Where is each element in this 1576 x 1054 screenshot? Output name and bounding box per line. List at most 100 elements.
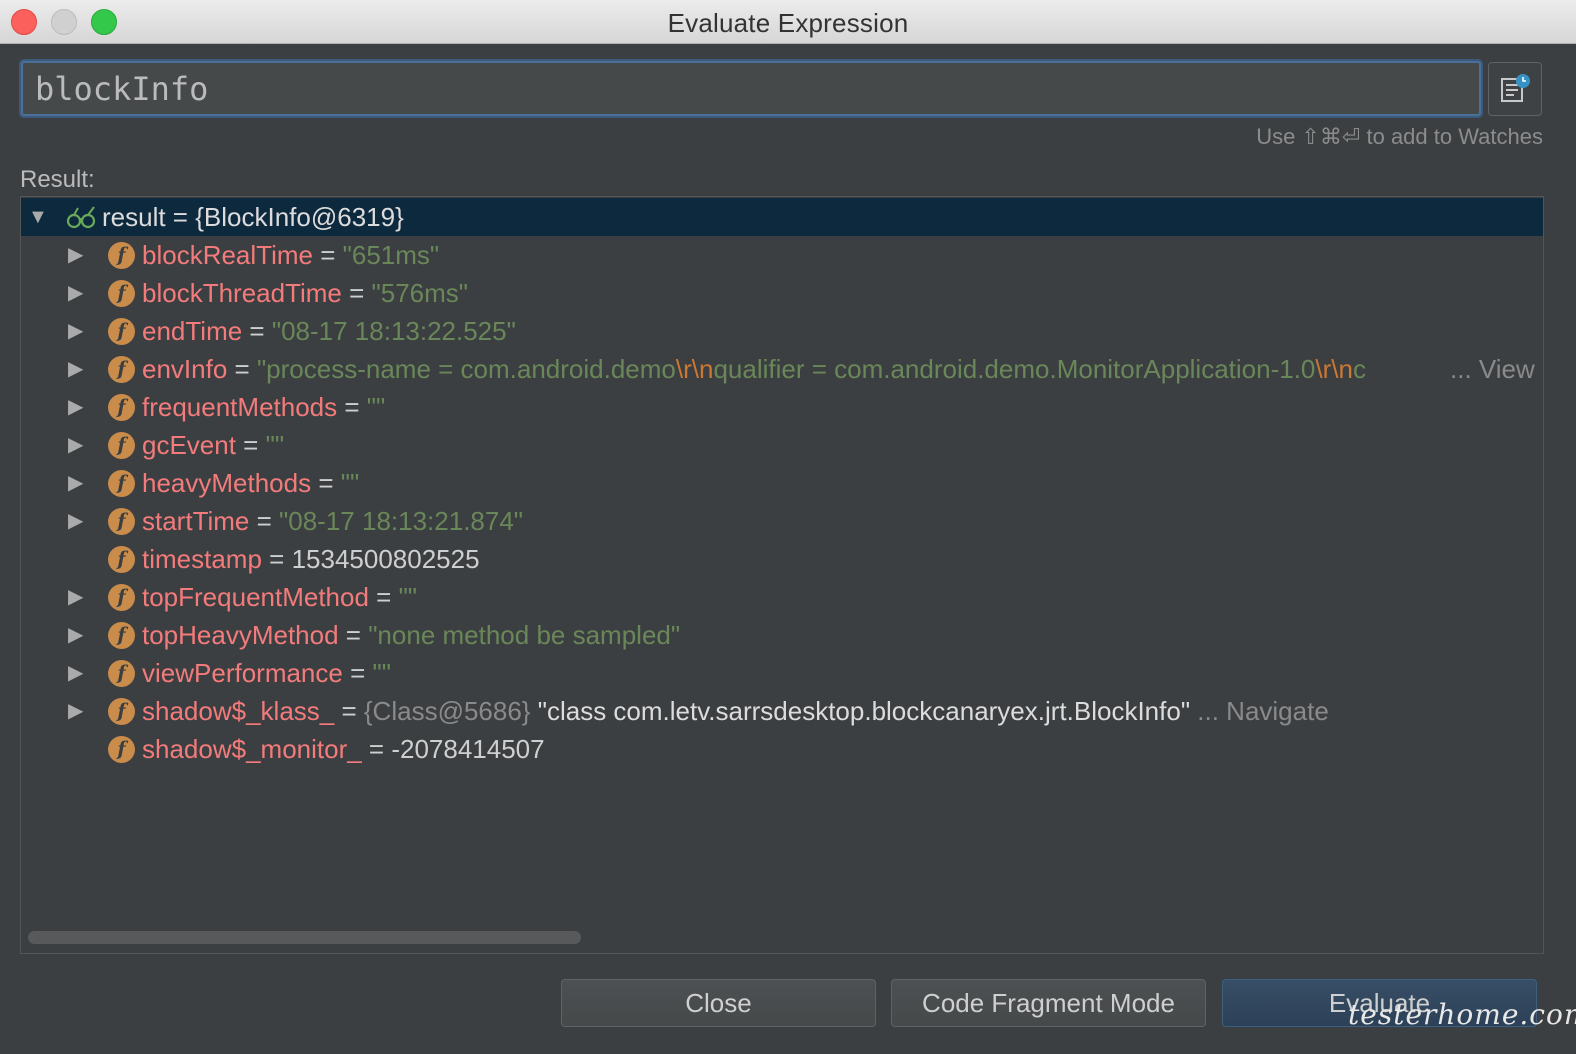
field-value: "": [372, 658, 391, 688]
field-icon: f: [108, 660, 135, 687]
add-to-watches-button[interactable]: [1488, 62, 1542, 116]
code-fragment-mode-button[interactable]: Code Fragment Mode: [891, 979, 1206, 1027]
tree-row-field[interactable]: ▶ f startTime = "08-17 18:13:21.874": [21, 502, 1543, 540]
tree-row-field[interactable]: f shadow$_monitor_ = -2078414507: [21, 730, 1543, 768]
tree-row-field[interactable]: ▶ f shadow$_klass_ = {Class@5686} "class…: [21, 692, 1543, 730]
equals-sign: =: [368, 582, 399, 612]
field-icon: f: [108, 242, 135, 269]
field-value: "": [340, 468, 360, 498]
field-value: "": [398, 582, 418, 612]
field-icon: f: [108, 736, 135, 763]
tree-row-field[interactable]: ▶ f topHeavyMethod = "none method be sam…: [21, 616, 1543, 654]
expression-input[interactable]: blockInfo: [21, 61, 1481, 116]
expand-arrow-icon[interactable]: ▶: [68, 464, 83, 502]
expand-arrow-icon[interactable]: ▶: [68, 616, 83, 654]
field-name: endTime: [142, 316, 243, 346]
tree-row-field[interactable]: ▶ f gcEvent = "": [21, 426, 1543, 464]
equals-sign: =: [338, 620, 369, 650]
tree-row-field[interactable]: ▶ f frequentMethods = "": [21, 388, 1543, 426]
expand-arrow-icon[interactable]: ▶: [68, 692, 83, 730]
field-icon: f: [108, 622, 135, 649]
tree-row-field[interactable]: ▶ f blockThreadTime = "576ms": [21, 274, 1543, 312]
field-value: "08-17 18:13:22.525": [271, 316, 516, 346]
equals-sign: =: [311, 468, 341, 498]
equals-sign: =: [337, 392, 367, 422]
result-label: Result:: [20, 166, 95, 193]
field-name: envInfo: [142, 354, 228, 384]
field-value: "": [366, 392, 386, 422]
expand-arrow-icon[interactable]: ▶: [68, 312, 83, 350]
field-icon: f: [108, 508, 135, 535]
field-name: viewPerformance: [142, 658, 343, 688]
view-link[interactable]: ... View: [1450, 350, 1535, 388]
equals-sign: =: [165, 202, 196, 232]
tree-row-field[interactable]: ▶ f heavyMethods = "": [21, 464, 1543, 502]
result-name: result: [102, 202, 166, 232]
add-watch-icon: [1501, 74, 1530, 102]
close-button[interactable]: Close: [561, 979, 876, 1027]
field-value: "process-name = com.android.demo: [256, 354, 676, 384]
field-value: "none method be sampled": [368, 620, 681, 650]
equals-sign: =: [242, 316, 272, 346]
field-value: qualifier = com.android.demo.MonitorAppl…: [713, 354, 1316, 384]
expand-arrow-icon[interactable]: ▶: [68, 502, 83, 540]
field-name: topHeavyMethod: [142, 620, 339, 650]
expand-arrow-icon[interactable]: ▶: [68, 388, 83, 426]
result-tree[interactable]: ▼ result = {BlockInfo@6319} ▶ f blockRea…: [20, 196, 1544, 954]
watch-glasses-icon: [66, 206, 96, 229]
equals-sign: =: [261, 544, 292, 574]
field-icon: f: [108, 432, 135, 459]
tree-row-field[interactable]: ▶ f endTime = "08-17 18:13:22.525": [21, 312, 1543, 350]
watermark: testerhome.com: [1348, 998, 1576, 1031]
tree-row-field[interactable]: ▶ f topFrequentMethod = "": [21, 578, 1543, 616]
tree-row-field[interactable]: ▶ f envInfo = "process-name = com.androi…: [21, 350, 1543, 388]
field-name: timestamp: [142, 544, 262, 574]
title-bar: Evaluate Expression: [0, 0, 1576, 44]
field-name: startTime: [142, 506, 250, 536]
equals-sign: =: [361, 734, 392, 764]
field-value: "576ms": [371, 278, 469, 308]
field-value: "08-17 18:13:21.874": [279, 506, 524, 536]
field-icon: f: [108, 280, 135, 307]
expand-arrow-icon[interactable]: ▶: [68, 236, 83, 274]
tree-row-field[interactable]: f timestamp = 1534500802525: [21, 540, 1543, 578]
field-value: "": [265, 430, 285, 460]
escape-sequence: \r\n: [675, 354, 714, 384]
field-value: c: [1352, 354, 1366, 384]
expand-arrow-icon[interactable]: ▶: [68, 578, 83, 616]
field-icon: f: [108, 584, 135, 611]
equals-sign: =: [312, 240, 343, 270]
expand-arrow-icon[interactable]: ▶: [68, 654, 83, 692]
result-value: {BlockInfo@6319}: [195, 202, 404, 232]
field-value: "class com.letv.sarrsdesktop.blockcanary…: [530, 696, 1191, 726]
field-icon: f: [108, 318, 135, 345]
expand-arrow-icon[interactable]: ▶: [68, 350, 83, 388]
field-value: 1534500802525: [291, 544, 480, 574]
field-icon: f: [108, 698, 135, 725]
field-name: shadow$_monitor_: [142, 734, 362, 764]
field-name: blockRealTime: [142, 240, 313, 270]
escape-sequence: \r\n: [1315, 354, 1353, 384]
field-name: topFrequentMethod: [142, 582, 369, 612]
watches-hint: Use ⇧⌘⏎ to add to Watches: [1256, 124, 1543, 149]
object-reference: {Class@5686}: [363, 696, 531, 726]
tree-row-field[interactable]: ▶ f blockRealTime = "651ms": [21, 236, 1543, 274]
equals-sign: =: [235, 430, 266, 460]
equals-sign: =: [227, 354, 257, 384]
field-name: shadow$_klass_: [142, 696, 335, 726]
tree-row-result[interactable]: ▼ result = {BlockInfo@6319}: [21, 198, 1543, 236]
expand-arrow-icon[interactable]: ▶: [68, 426, 83, 464]
field-icon: f: [108, 394, 135, 421]
field-name: gcEvent: [142, 430, 236, 460]
field-name: frequentMethods: [142, 392, 338, 422]
tree-row-field[interactable]: ▶ f viewPerformance = "": [21, 654, 1543, 692]
expand-arrow-icon[interactable]: ▶: [68, 274, 83, 312]
field-icon: f: [108, 470, 135, 497]
equals-sign: =: [342, 658, 373, 688]
expand-arrow-icon[interactable]: ▼: [28, 198, 48, 236]
equals-sign: =: [249, 506, 280, 536]
equals-sign: =: [341, 278, 372, 308]
field-icon: f: [108, 356, 135, 383]
horizontal-scrollbar[interactable]: [28, 931, 581, 944]
navigate-link[interactable]: ... Navigate: [1190, 696, 1329, 726]
